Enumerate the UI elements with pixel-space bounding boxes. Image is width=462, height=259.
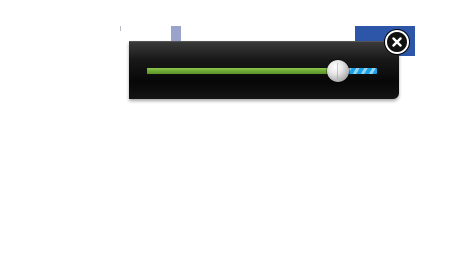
background-tab-fragment — [171, 26, 181, 42]
slider-thumb[interactable] — [326, 60, 349, 82]
background-divider — [120, 26, 121, 31]
close-icon — [392, 37, 402, 47]
slider-popup — [129, 41, 399, 99]
close-button[interactable] — [385, 30, 409, 54]
progress-slider[interactable] — [147, 60, 377, 82]
slider-fill — [147, 68, 338, 74]
page-canvas — [0, 0, 462, 259]
